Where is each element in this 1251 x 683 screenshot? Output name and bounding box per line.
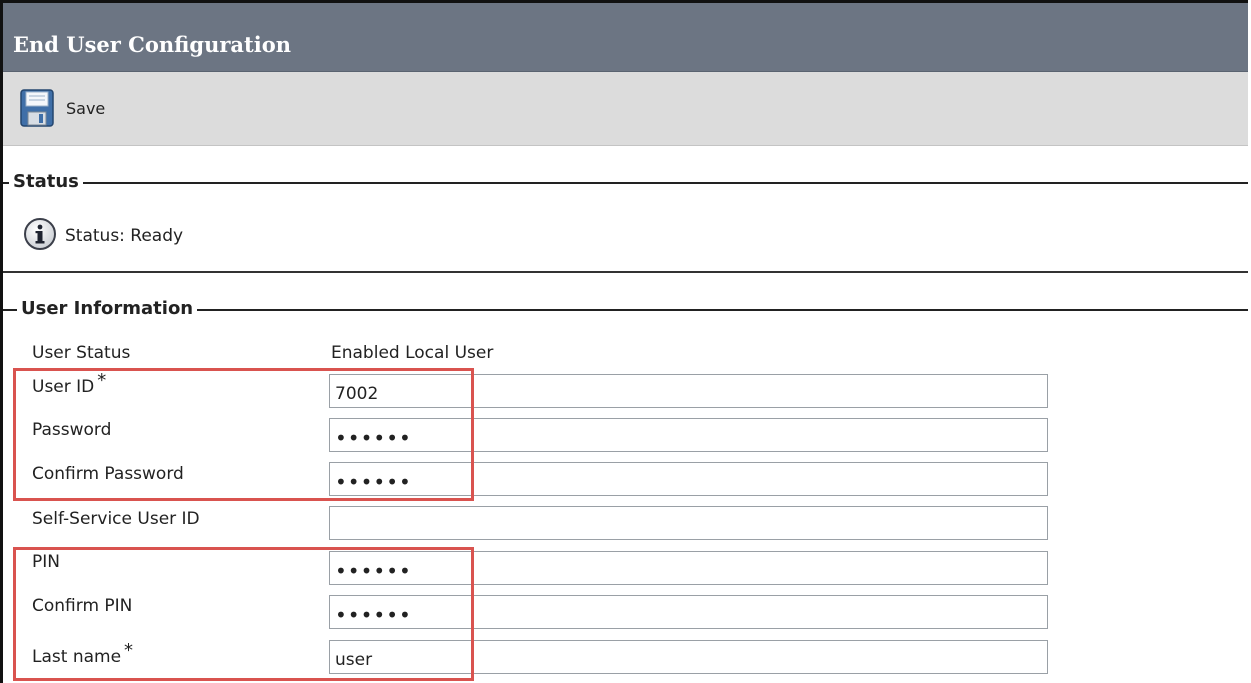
user-info-legend: User Information <box>17 298 198 320</box>
status-text: Status: Ready <box>65 226 184 246</box>
user-status-label: User Status <box>32 343 131 363</box>
status-row: Status: Ready <box>23 217 183 255</box>
section-divider <box>3 271 1248 273</box>
self-service-user-id-input[interactable] <box>329 506 1048 540</box>
toolbar: Save <box>3 72 1248 146</box>
highlight-box-pin <box>13 547 474 681</box>
save-label: Save <box>66 98 106 118</box>
self-service-user-id-label: Self-Service User ID <box>32 509 200 529</box>
highlight-box-credentials <box>13 368 474 501</box>
title-bar: End User Configuration <box>3 3 1248 72</box>
page-title: End User Configuration <box>13 32 291 57</box>
info-icon <box>23 217 57 255</box>
floppy-disk-icon <box>20 89 54 127</box>
user-status-value: Enabled Local User <box>331 343 494 363</box>
status-section-border <box>3 182 1248 184</box>
status-legend: Status <box>9 171 83 193</box>
save-button[interactable]: Save <box>20 88 105 128</box>
